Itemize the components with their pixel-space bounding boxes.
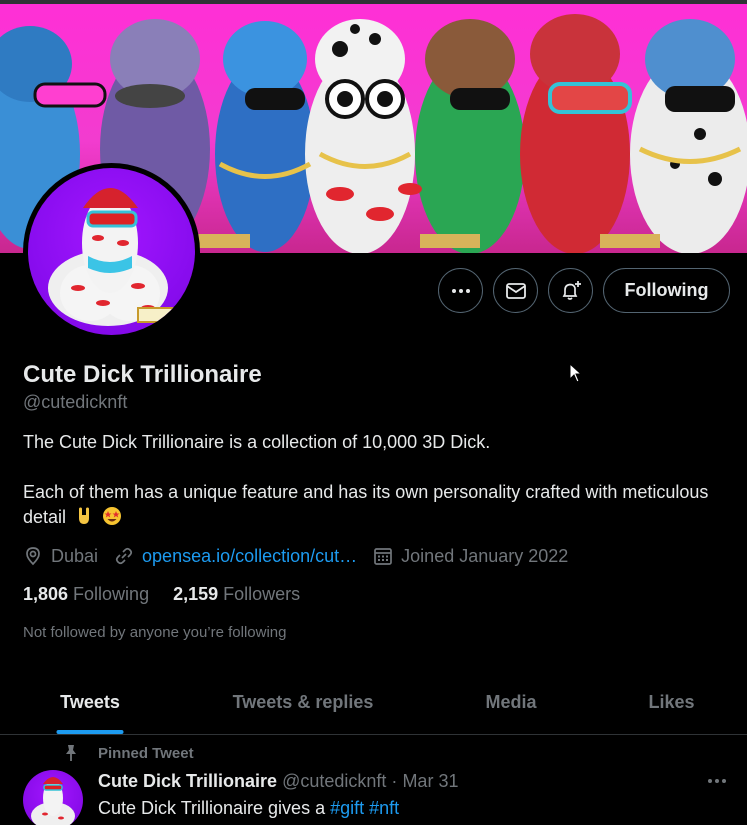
tweet-author-avatar[interactable] <box>23 770 83 825</box>
website-link[interactable]: opensea.io/collection/cut… <box>114 546 357 567</box>
profile-tabs: Tweets Tweets & replies Media Likes <box>0 670 747 735</box>
tweet-text: Cute Dick Trillionaire gives a #gift #nf… <box>98 798 400 818</box>
tab-tweets-replies[interactable]: Tweets & replies <box>180 670 426 734</box>
following-count-link[interactable]: 1,806 Following <box>23 584 149 605</box>
rock-hand-icon <box>79 507 90 524</box>
bell-plus-icon <box>562 280 581 300</box>
hashtag-link[interactable]: #gift <box>330 798 364 818</box>
location-pin-icon <box>26 547 40 566</box>
tab-tweets[interactable]: Tweets <box>0 670 180 734</box>
tab-media[interactable]: Media <box>426 670 596 734</box>
tweet-author-handle[interactable]: @cutedicknft <box>282 771 386 791</box>
link-icon <box>115 547 133 565</box>
profile-avatar[interactable] <box>23 163 200 340</box>
mouse-cursor-icon <box>569 363 583 383</box>
tab-likes[interactable]: Likes <box>596 670 747 734</box>
profile-name: Cute Dick Trillionaire <box>23 361 262 388</box>
notify-button[interactable] <box>548 268 593 313</box>
pinned-tweet-label: Pinned Tweet <box>62 744 194 762</box>
followers-count-link[interactable]: 2,159 Followers <box>173 584 300 605</box>
more-icon <box>451 288 470 293</box>
pin-icon <box>66 745 76 761</box>
mail-icon <box>505 282 526 299</box>
calendar-icon <box>374 548 393 565</box>
active-tab-indicator <box>56 730 124 734</box>
more-button[interactable] <box>438 268 483 313</box>
following-button[interactable]: Following <box>603 268 730 313</box>
hashtag-link[interactable]: #nft <box>369 798 399 818</box>
follow-stats: 1,806 Following 2,159 Followers <box>23 584 324 605</box>
bio-line-1: The Cute Dick Trillionaire is a collecti… <box>23 432 491 452</box>
star-struck-icon <box>103 507 122 525</box>
tweet-date[interactable]: Mar 31 <box>402 771 458 791</box>
location: Dubai <box>23 546 98 567</box>
avatar-image <box>28 168 195 335</box>
tweet-author-name[interactable]: Cute Dick Trillionaire <box>98 771 277 791</box>
bio-line-2: Each of them has a unique feature and ha… <box>23 482 709 527</box>
profile-handle: @cutedicknft <box>23 392 128 412</box>
joined-date: Joined January 2022 <box>373 546 568 567</box>
tweet-header: Cute Dick Trillionaire @cutedicknft · Ma… <box>98 771 458 792</box>
more-icon <box>708 779 726 783</box>
tweet-more-button[interactable] <box>706 770 728 797</box>
profile-meta: Dubai opensea.io/collection/cut… Joined … <box>23 543 584 569</box>
not-followed-note: Not followed by anyone you’re following <box>23 624 287 641</box>
profile-bio: The Cute Dick Trillionaire is a collecti… <box>23 430 723 555</box>
tweet-separator: · <box>391 771 398 791</box>
message-button[interactable] <box>493 268 538 313</box>
